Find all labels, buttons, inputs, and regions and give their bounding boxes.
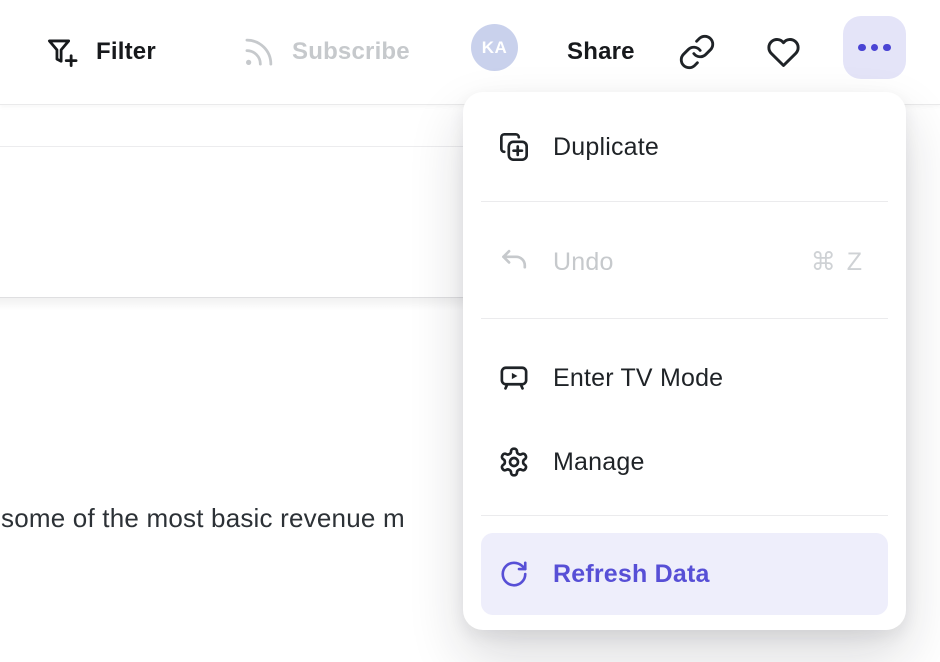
card-bottom-edge bbox=[0, 297, 463, 316]
avatar[interactable]: KA bbox=[471, 24, 518, 71]
menu-item-enter-tv-mode[interactable]: Enter TV Mode bbox=[481, 345, 888, 411]
menu-item-label: Manage bbox=[553, 448, 645, 477]
menu-item-label: Refresh Data bbox=[553, 560, 710, 589]
menu-item-undo: Undo ⌘ Z bbox=[481, 229, 888, 295]
link-icon bbox=[678, 33, 716, 71]
share-label: Share bbox=[567, 38, 635, 66]
heart-icon bbox=[764, 33, 803, 72]
menu-item-refresh-data[interactable]: Refresh Data bbox=[481, 533, 888, 615]
filter-plus-icon bbox=[44, 34, 81, 71]
body-text: some of the most basic revenue m bbox=[1, 503, 405, 534]
section-divider-line bbox=[0, 146, 463, 147]
menu-item-manage[interactable]: Manage bbox=[481, 429, 888, 495]
dashboard-page: some of the most basic revenue m Filter … bbox=[0, 0, 940, 662]
duplicate-icon bbox=[498, 131, 530, 163]
rss-icon bbox=[240, 34, 277, 71]
gear-icon bbox=[498, 446, 530, 478]
subscribe-label: Subscribe bbox=[292, 38, 410, 66]
filter-label: Filter bbox=[96, 38, 156, 66]
keyboard-shortcut: ⌘ Z bbox=[811, 247, 864, 277]
menu-item-label: Enter TV Mode bbox=[553, 364, 723, 393]
more-options-menu: Duplicate Undo ⌘ Z Enter TV M bbox=[463, 92, 906, 630]
menu-item-duplicate[interactable]: Duplicate bbox=[481, 114, 888, 180]
share-button[interactable]: Share bbox=[567, 0, 635, 104]
favorite-button[interactable] bbox=[764, 0, 803, 104]
menu-divider bbox=[481, 515, 888, 516]
menu-item-label: Undo bbox=[553, 248, 614, 277]
menu-item-label: Duplicate bbox=[553, 133, 659, 162]
subscribe-button[interactable]: Subscribe bbox=[240, 0, 410, 104]
toolbar: Filter Subscribe KA Share bbox=[0, 0, 940, 105]
avatar-initials: KA bbox=[482, 38, 508, 58]
filter-button[interactable]: Filter bbox=[44, 0, 156, 104]
tv-play-icon bbox=[498, 362, 530, 394]
menu-divider bbox=[481, 318, 888, 319]
menu-divider bbox=[481, 201, 888, 202]
ellipsis-icon bbox=[858, 44, 866, 52]
copy-link-button[interactable] bbox=[678, 0, 716, 104]
refresh-icon bbox=[498, 558, 530, 590]
undo-icon bbox=[498, 246, 530, 278]
more-options-button[interactable] bbox=[843, 16, 906, 79]
